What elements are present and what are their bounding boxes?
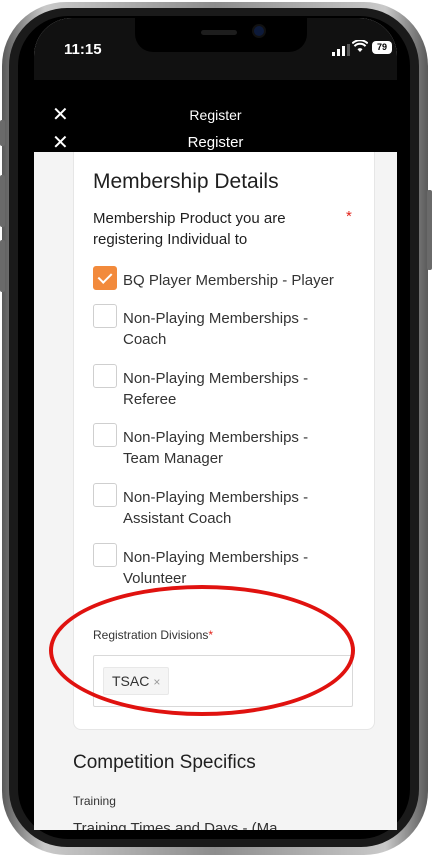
- battery-icon: 79: [372, 41, 392, 54]
- division-tag-label: TSAC: [112, 673, 150, 689]
- notch: [135, 18, 307, 52]
- screen: 11:15 79 ✕ Register ✕ Register Membershi…: [34, 18, 397, 830]
- registration-divisions-select[interactable]: TSAC ×: [93, 655, 353, 707]
- registration-divisions-label: Registration Divisions*: [93, 628, 213, 642]
- tag-remove-icon[interactable]: ×: [153, 675, 160, 689]
- checkbox[interactable]: [93, 423, 117, 447]
- camera-icon: [254, 26, 264, 36]
- training-times-label: Training Times and Days - (Ma...: [73, 820, 291, 830]
- checkbox[interactable]: [93, 543, 117, 567]
- membership-option-label: Non-Playing Memberships - Referee: [123, 370, 309, 408]
- membership-option-label: Non-Playing Memberships - Volunteer: [123, 549, 309, 587]
- header-row-1: ✕ Register: [34, 105, 397, 125]
- header-row-2: ✕ Register: [34, 133, 397, 153]
- membership-option-label: Non-Playing Memberships - Assistant Coac…: [123, 489, 309, 527]
- header-title-secondary: Register: [187, 134, 244, 151]
- header-title: Register: [189, 107, 242, 123]
- checkbox[interactable]: [93, 483, 117, 507]
- mute-switch: [0, 120, 5, 146]
- membership-option-label: Non-Playing Memberships - Team Manager: [123, 429, 309, 467]
- status-bar: 11:15 79: [34, 18, 397, 80]
- status-time: 11:15: [64, 41, 102, 58]
- training-label: Training: [73, 794, 116, 808]
- competition-specifics-title: Competition Specifics: [73, 752, 256, 773]
- required-asterisk: *: [208, 628, 214, 642]
- wifi-icon: [351, 39, 369, 56]
- division-tag: TSAC ×: [103, 667, 170, 695]
- volume-up-button: [0, 175, 5, 227]
- required-asterisk: *: [346, 208, 352, 225]
- speaker: [201, 30, 237, 35]
- membership-option-label: BQ Player Membership - Player: [123, 272, 334, 289]
- content-area: Membership Details Membership Product yo…: [34, 152, 397, 830]
- volume-down-button: [0, 240, 5, 292]
- signal-icon: [332, 44, 350, 56]
- checkbox[interactable]: [93, 304, 117, 328]
- membership-details-title: Membership Details: [93, 170, 279, 193]
- checkbox[interactable]: [93, 364, 117, 388]
- power-button: [427, 190, 432, 270]
- registration-divisions-text: Registration Divisions: [93, 628, 209, 642]
- membership-option-label: Non-Playing Memberships - Coach: [123, 310, 309, 348]
- app-header: ✕ Register ✕ Register: [34, 80, 397, 153]
- checkbox-checked[interactable]: [93, 266, 117, 290]
- membership-product-label: Membership Product you are registering I…: [93, 210, 286, 248]
